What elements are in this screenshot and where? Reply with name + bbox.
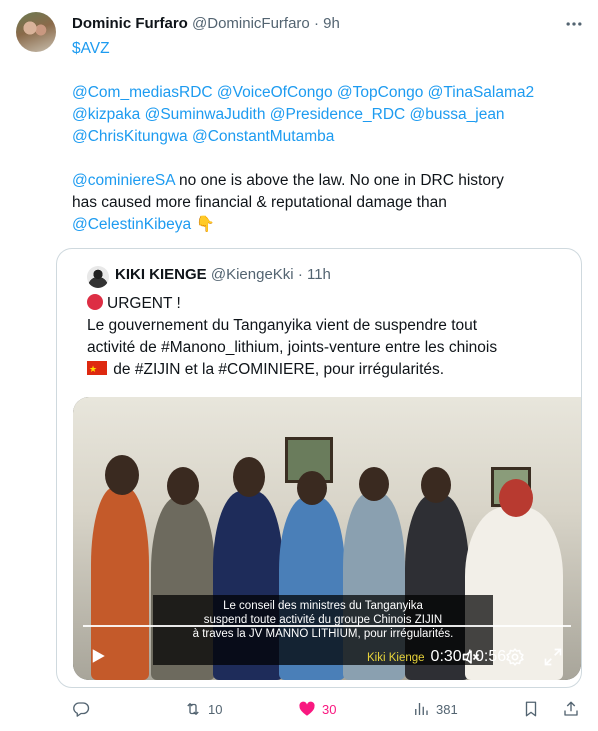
- person-head: [297, 471, 327, 505]
- person-head: [499, 479, 533, 517]
- author-avatar[interactable]: [16, 12, 56, 52]
- more-icon[interactable]: [564, 14, 584, 34]
- views-button[interactable]: 381: [412, 698, 458, 720]
- share-icon: [564, 701, 578, 716]
- tweet-text: $AVZ @Com_mediasRDC @VoiceOfCongo @TopCo…: [72, 38, 582, 236]
- retweet-button[interactable]: 10: [184, 698, 222, 720]
- reply-button[interactable]: [72, 698, 96, 720]
- play-icon[interactable]: [89, 647, 107, 665]
- quote-time[interactable]: 11h: [307, 266, 331, 283]
- quote-author-handle[interactable]: @KiengeKki: [211, 266, 294, 283]
- mentions-line-3[interactable]: @ChrisKitungwa @ConstantMutamba: [72, 128, 334, 145]
- quote-author-name[interactable]: KIKI KIENGE: [115, 266, 207, 283]
- share-button[interactable]: [562, 698, 586, 720]
- red-circle-icon: [87, 294, 103, 310]
- quote-urgent: URGENT !: [107, 295, 181, 312]
- quote-line-1: Le gouvernement du Tanganyika vient de s…: [87, 317, 478, 334]
- mentions-line-1[interactable]: @Com_mediasRDC @VoiceOfCongo @TopCongo @…: [72, 84, 534, 101]
- quote-separator: ·: [297, 266, 303, 283]
- quote-header: KIKI KIENGE @KiengeKki · 11h: [115, 265, 331, 285]
- subtitle-line-1: Le conseil des ministres du Tanganyika: [223, 600, 423, 612]
- tweet-time[interactable]: 9h: [323, 15, 340, 32]
- mention-celestin[interactable]: @CelestinKibeya: [72, 216, 191, 233]
- settings-icon[interactable]: [505, 647, 525, 667]
- tweet[interactable]: Dominic Furfaro @DominicFurfaro · 9h $AV…: [0, 0, 598, 731]
- video-time-area: Kiki Kienge 0:30 / 0:56: [367, 648, 506, 666]
- author-handle[interactable]: @DominicFurfaro: [192, 15, 310, 32]
- header-separator: ·: [313, 15, 319, 32]
- mention-cominiere[interactable]: @cominiereSA: [72, 172, 175, 189]
- fullscreen-icon[interactable]: [543, 647, 563, 667]
- person-head: [359, 467, 389, 501]
- quote-avatar[interactable]: [87, 266, 109, 288]
- mentions-line-2[interactable]: @kizpaka @SuminwaJudith @Presidence_RDC …: [72, 106, 505, 123]
- like-count: 30: [322, 701, 337, 717]
- views-count: 381: [436, 701, 458, 717]
- video-watermark: Kiki Kienge: [367, 652, 425, 664]
- person-head: [167, 467, 199, 505]
- author-name[interactable]: Dominic Furfaro: [72, 15, 188, 32]
- person-head: [105, 455, 139, 495]
- like-button[interactable]: 30: [298, 698, 336, 720]
- reply-icon: [73, 702, 90, 717]
- bookmark-button[interactable]: [522, 698, 546, 720]
- cashtag-link[interactable]: $AVZ: [72, 40, 110, 57]
- china-flag-icon: [87, 358, 107, 380]
- bookmark-icon: [525, 701, 537, 717]
- video-subtitles: Le conseil des ministres du Tanganyika s…: [157, 599, 489, 641]
- like-icon: [299, 701, 315, 716]
- quote-line-3: de #ZIJIN et la #COMINIERE, pour irrégul…: [109, 361, 445, 378]
- point-down-emoji: 👇: [195, 216, 215, 233]
- tweet-text-b: has caused more financial & reputational…: [72, 194, 447, 211]
- video-progress-bar[interactable]: [83, 625, 571, 627]
- person-head: [233, 457, 265, 497]
- retweet-count: 10: [208, 701, 223, 717]
- retweet-icon: [187, 703, 199, 715]
- tweet-header: Dominic Furfaro @DominicFurfaro · 9h: [72, 14, 340, 34]
- video-player[interactable]: Le conseil des ministres du Tanganyika s…: [73, 397, 581, 680]
- person-head: [421, 467, 451, 503]
- quote-line-2: activité de #Manono_lithium, joints-vent…: [87, 339, 498, 356]
- subtitle-line-3: à traves la JV MANNO LITHIUM, pour irrég…: [192, 628, 454, 640]
- mute-icon[interactable]: [461, 647, 481, 667]
- quoted-tweet[interactable]: KIKI KIENGE @KiengeKki · 11h URGENT ! Le…: [56, 248, 582, 688]
- views-icon: [415, 703, 428, 715]
- action-bar: 10 30 381: [56, 698, 586, 720]
- tweet-text-a: no one is above the law. No one in DRC h…: [174, 172, 504, 189]
- quote-text: URGENT ! Le gouvernement du Tanganyika v…: [87, 293, 567, 381]
